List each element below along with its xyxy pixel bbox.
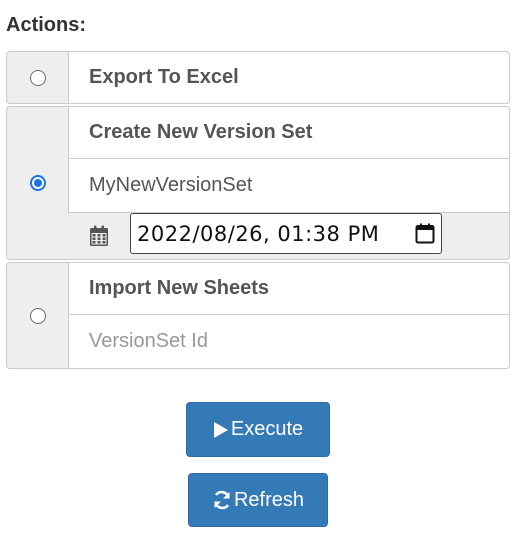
actions-heading: Actions: xyxy=(6,14,86,36)
datetime-input[interactable]: 2022/08/26, 01:38 PM xyxy=(130,213,442,254)
radio-cell xyxy=(7,107,68,259)
calendar-icon xyxy=(90,225,108,246)
execute-label: Execute xyxy=(230,418,304,440)
refresh-icon xyxy=(212,490,232,510)
create-content: Create New Version Set MyNewVersionSet 2… xyxy=(68,106,510,259)
import-content: Import New Sheets VersionSet Id xyxy=(68,262,510,369)
export-title: Export To Excel xyxy=(68,51,510,104)
play-icon xyxy=(213,421,229,439)
version-set-id-input[interactable]: VersionSet Id xyxy=(68,315,510,369)
action-create-group: Create New Version Set MyNewVersionSet 2… xyxy=(6,106,510,260)
action-import-group: Import New Sheets VersionSet Id xyxy=(6,262,510,369)
execute-button[interactable]: Execute xyxy=(186,402,330,457)
create-radio[interactable] xyxy=(29,175,46,191)
export-content: Export To Excel xyxy=(68,51,510,104)
datetime-value: 2022/08/26, 01:38 PM xyxy=(137,221,380,246)
datetime-picker-icon[interactable] xyxy=(415,223,435,249)
version-set-name-input[interactable]: MyNewVersionSet xyxy=(68,159,510,213)
datetime-row: 2022/08/26, 01:38 PM xyxy=(68,213,510,259)
refresh-button[interactable]: Refresh xyxy=(188,473,328,527)
action-export-group: Export To Excel xyxy=(6,51,510,104)
radio-cell xyxy=(7,52,68,103)
calendar-addon xyxy=(68,213,130,259)
refresh-label: Refresh xyxy=(233,488,305,511)
import-title: Import New Sheets xyxy=(68,262,510,315)
export-radio[interactable] xyxy=(29,69,46,86)
import-radio[interactable] xyxy=(29,307,46,324)
radio-cell xyxy=(7,263,68,368)
create-title: Create New Version Set xyxy=(68,106,510,159)
